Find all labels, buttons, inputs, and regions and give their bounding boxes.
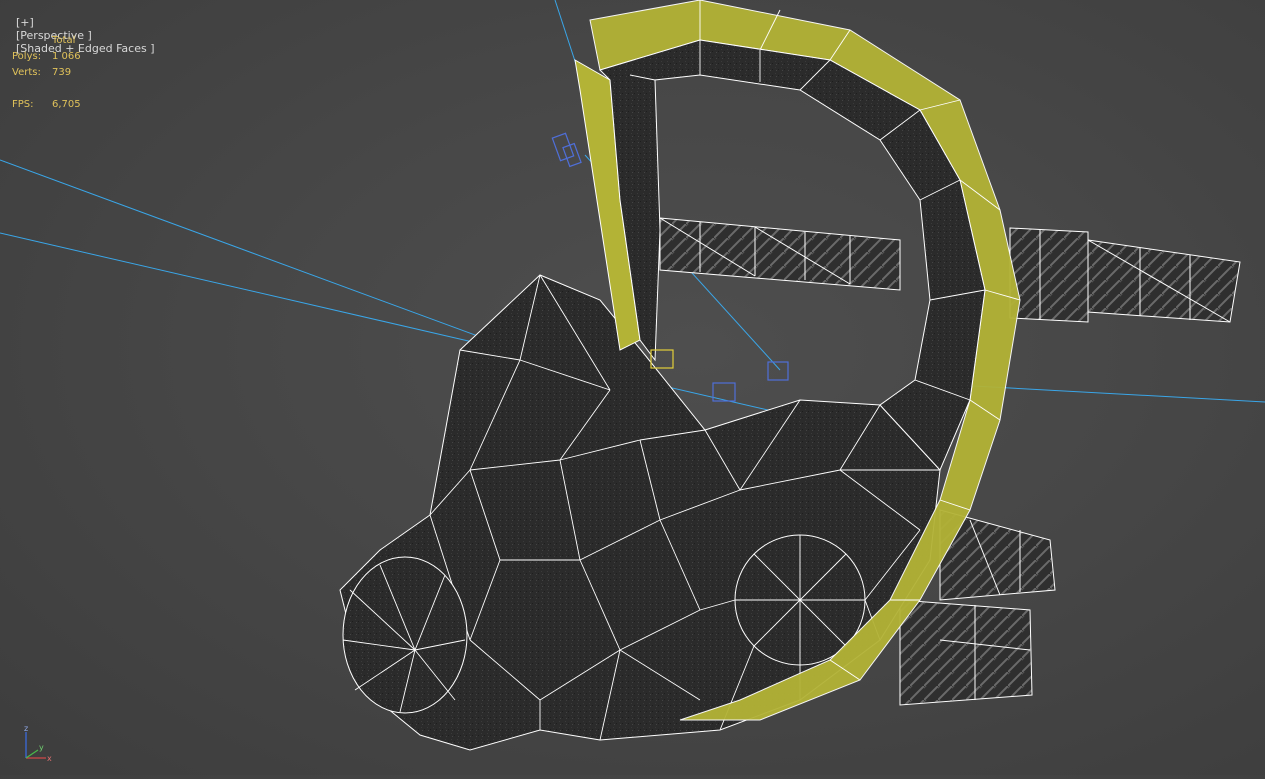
mesh-crossbar[interactable] (659, 217, 901, 291)
x-axis-label: x (47, 754, 52, 763)
fps-value: 6,705 (52, 99, 81, 110)
fps-label: FPS: (12, 99, 34, 110)
y-axis-label: y (39, 743, 44, 752)
viewport-menu-button[interactable]: [+] (16, 16, 34, 29)
polys-value: 1 066 (52, 51, 81, 62)
perspective-viewport[interactable]: [+] [Perspective ] [Shaded + Edged Faces… (0, 0, 1265, 775)
stats-header: Total (52, 35, 76, 46)
scene-canvas[interactable] (0, 0, 1265, 775)
z-axis-label: z (24, 724, 28, 733)
y-axis-line (25, 749, 39, 759)
verts-value: 739 (52, 67, 72, 78)
verts-label: Verts: (12, 67, 41, 78)
polys-label: Polys: (12, 51, 42, 62)
axis-tripod-icon: z x y (18, 720, 58, 765)
statistics-overlay: Total Polys: 1 066 Verts: 739 FPS: 6,705 (12, 33, 81, 113)
